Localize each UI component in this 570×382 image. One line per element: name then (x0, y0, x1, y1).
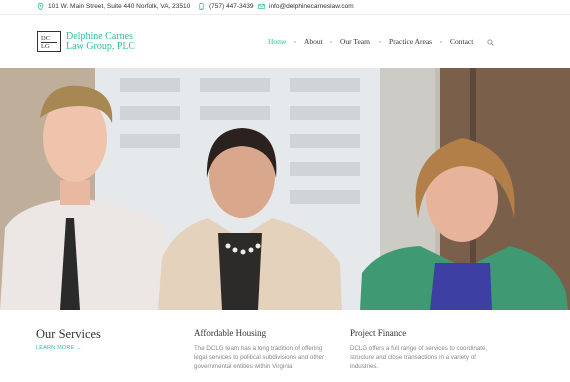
logo-mark-bottom: LG (41, 43, 50, 50)
address-text: 101 W. Main Street, Suite 440 Norfolk, V… (48, 3, 191, 10)
service-heading-affordable-housing[interactable]: Affordable Housing (194, 328, 266, 338)
phone-item[interactable]: (757) 447-3439 (198, 3, 253, 10)
logo-mark: DC LG (37, 31, 61, 52)
services-section: Our Services LEARN MORE → Affordable Hou… (0, 310, 570, 382)
phone-icon (198, 3, 205, 10)
logo-line-2: Law Group, PLC (66, 40, 136, 52)
nav-separator (294, 41, 296, 43)
email-link[interactable]: info@delphinecarneslaw.com (269, 3, 354, 10)
services-title: Our Services (36, 327, 101, 341)
nav-contact[interactable]: Contact (450, 37, 473, 46)
nav-separator (440, 41, 442, 43)
phone-link[interactable]: (757) 447-3439 (209, 3, 253, 10)
map-pin-icon (37, 3, 44, 10)
logo-mark-top: DC (41, 35, 51, 42)
nav-separator (379, 41, 381, 43)
service-description: DCLG offers a full range of services to … (350, 345, 488, 370)
nav-about[interactable]: About (304, 37, 323, 46)
hero-photo (0, 68, 570, 310)
nav-practice-areas[interactable]: Practice Areas (389, 37, 432, 46)
email-item[interactable]: info@delphinecarneslaw.com (258, 3, 354, 10)
nav-separator (330, 41, 332, 43)
envelope-icon (258, 3, 265, 10)
logo-wordmark: Delphine Carnes Law Group, PLC (66, 30, 136, 52)
search-icon[interactable] (487, 39, 494, 46)
address-item: 101 W. Main Street, Suite 440 Norfolk, V… (37, 3, 190, 10)
hero-illustration (0, 68, 570, 310)
site-logo[interactable]: DC LG Delphine Carnes Law Group, PLC (37, 31, 135, 52)
nav-home[interactable]: Home (268, 37, 286, 46)
service-description: The DCLG team has a long tradition of of… (194, 345, 325, 370)
site-header: DC LG Delphine Carnes Law Group, PLC Hom… (0, 15, 570, 68)
contact-bar: 101 W. Main Street, Suite 440 Norfolk, V… (0, 0, 570, 14)
nav-our-team[interactable]: Our Team (340, 37, 370, 46)
logo-line-1: Delphine Carnes (66, 30, 133, 42)
service-heading-project-finance[interactable]: Project Finance (350, 328, 406, 338)
learn-more-link[interactable]: LEARN MORE → (36, 345, 82, 351)
